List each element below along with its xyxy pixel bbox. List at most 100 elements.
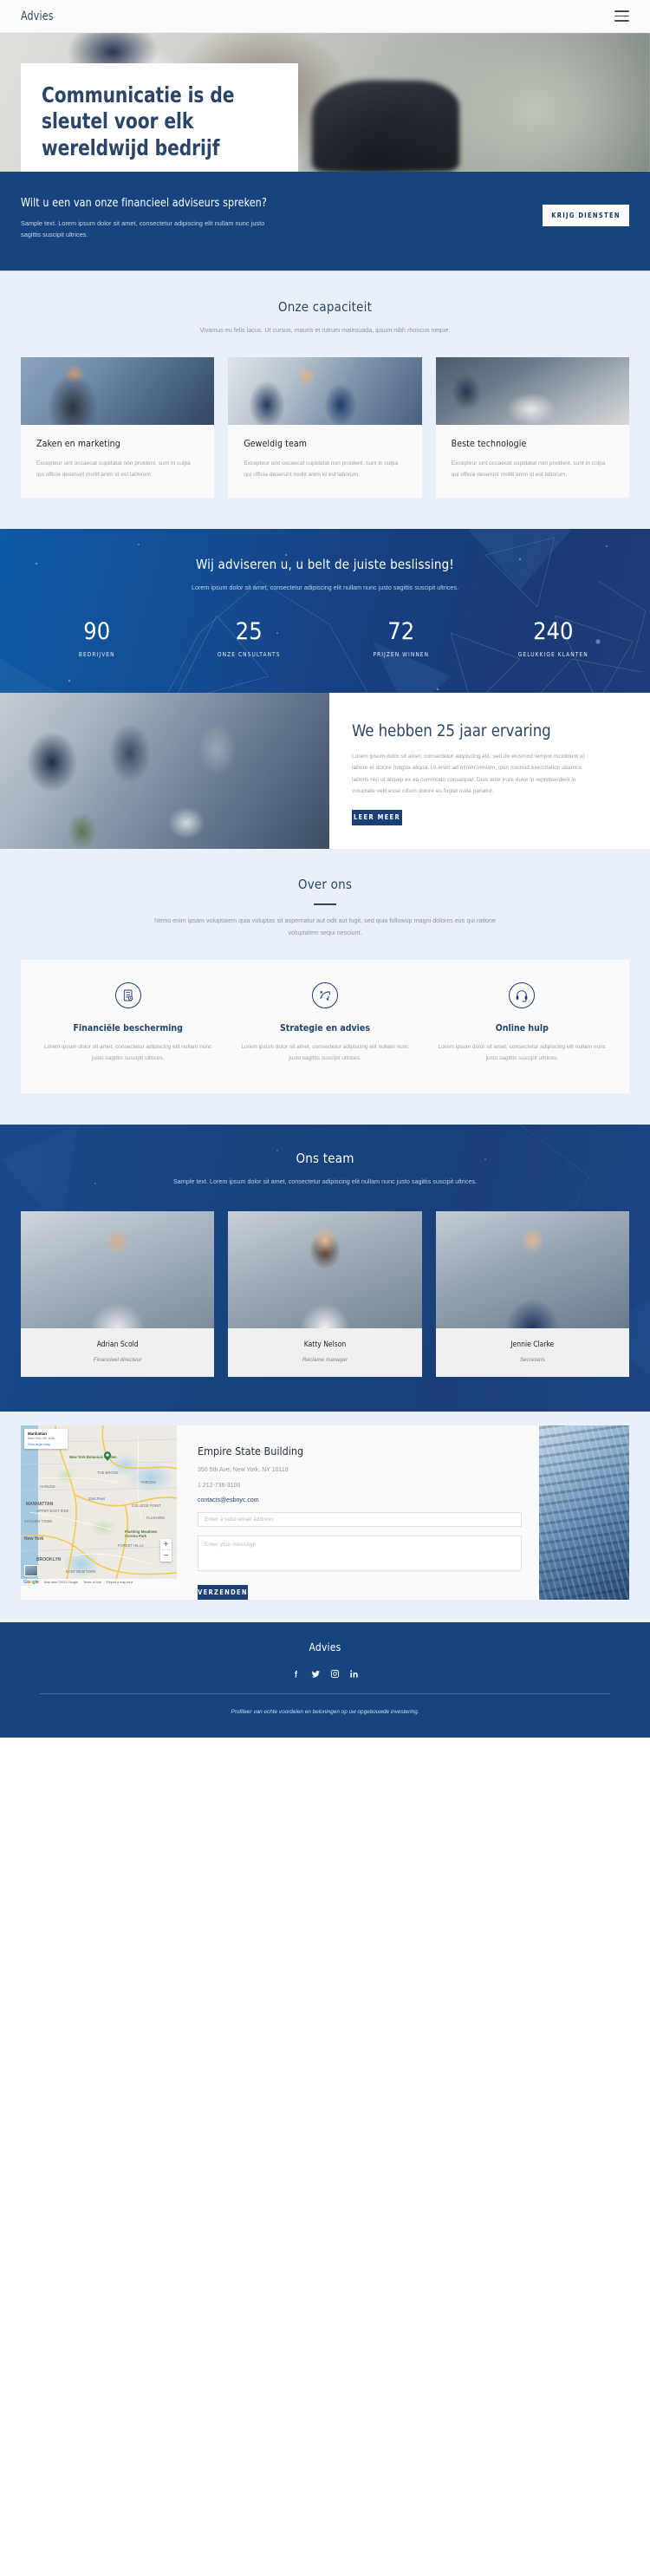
member-role: Reclame manager [302,1357,348,1364]
experience-text-block: We hebben 25 jaar ervaring Lorem ipsum d… [329,693,650,849]
map-marker-icon[interactable] [104,1451,111,1462]
hero-title: Communicatie is de sleutel voor elk were… [42,82,235,160]
hero-section: Communicatie is de sleutel voor elk were… [0,33,650,172]
stat-value: 25 [235,617,263,645]
team-member-card[interactable]: Jennie Clarke Secretaris [435,1211,629,1378]
capacity-cards: Zaken en marketing Excepteur sint occaec… [0,336,650,529]
map-place-card[interactable]: Manhattan New York, NY, USA View larger … [24,1429,68,1450]
stats-title: Wij adviseren u, u belt de juiste beslis… [195,557,455,573]
map-zoom-controls[interactable]: + − [160,1539,172,1562]
capacity-section: Onze capaciteit Vivamus eu felis lacus. … [0,271,650,530]
title-divider [314,903,336,906]
capacity-card[interactable]: Geweldig team Excepteur sint occaecat cu… [228,356,422,499]
experience-text: Lorem ipsum dolor sit amet, consectetur … [352,753,585,795]
contact-section: Manhattan New York, NY, USA View larger … [0,1412,650,1623]
map-attribution: Map data ©2021 Google [43,1581,78,1585]
stat-item: 240 GELUKKIGE KLANTEN [478,620,630,658]
about-card-title: Strategie en advies [280,1022,370,1034]
twitter-icon[interactable] [310,1669,321,1679]
map-label: THROGS [140,1480,156,1485]
map-label: EAST NEW YORK [66,1569,96,1575]
about-card[interactable]: Strategie en advies Lorem ipsum dolor si… [226,981,423,1064]
contact-address: 350 5th Ave, New York, NY 10118 [198,1467,289,1474]
google-map[interactable]: Manhattan New York, NY, USA View larger … [21,1425,177,1587]
map-label: New York [24,1536,44,1542]
google-logo: Google [23,1580,39,1586]
team-title: Ons team [296,1150,354,1166]
team-member-card[interactable]: Adrian Scold Financieel directeur [21,1211,215,1378]
zoom-in-button[interactable]: + [160,1539,172,1551]
contact-phone[interactable]: 1 212-736-3100 [198,1483,522,1489]
site-header: Advies [0,0,650,33]
map-label: COLLEGE POINT [132,1503,161,1509]
view-larger-map-link[interactable]: View larger map [28,1443,64,1446]
zoom-out-button[interactable]: − [160,1550,172,1562]
member-role: Secretaris [519,1357,545,1364]
report-map-error-link[interactable]: Report a map error [107,1581,133,1584]
stat-label: BEDRIJVEN [78,650,115,658]
map-place-title: Manhattan [28,1431,47,1437]
member-name: Adrian Scold [96,1340,139,1350]
map-label: BROOKLYN [36,1557,62,1563]
map-label: Flushing Meadows Corona Park [125,1529,158,1539]
message-textarea[interactable] [198,1536,522,1572]
facebook-icon[interactable] [291,1669,301,1679]
member-role: Financieel directeur [93,1357,142,1364]
stats-subtitle: Lorem ipsum dolor sit amet, consectetur … [192,584,458,592]
instagram-icon[interactable] [330,1669,340,1679]
stat-value: 72 [387,617,415,645]
capacity-card[interactable]: Zaken en marketing Excepteur sint occaec… [21,356,215,499]
map-label: East River [88,1497,106,1502]
footer-brand[interactable]: Advies [21,1641,629,1653]
footer-divider [40,1693,610,1695]
learn-more-button[interactable]: LEER MEER [352,809,402,825]
about-header: Over ons Nemo enim ipsam voluptatem quia… [0,849,650,939]
about-card[interactable]: Financiële bescherming Lorem ipsum dolor… [29,981,226,1064]
stat-label: PRIJZEN WINNEN [373,650,430,658]
submit-button[interactable]: VERZENDEN [198,1585,248,1601]
member-name: Katty Nelson [303,1340,347,1350]
member-name: Jennie Clarke [510,1340,555,1350]
stat-label: GELUKKIGE KLANTEN [517,650,588,658]
street-view-thumbnail[interactable] [24,1565,38,1577]
capacity-title: Onze capaciteit [277,298,373,315]
clipboard-checklist-icon [114,981,141,1008]
stats-row: 90 BEDRIJVEN 25 ONZE CNSULTANTS 72 PRIJZ… [21,620,629,658]
cta-subtitle: Sample text. Lorem ipsum dolor sit amet,… [21,219,265,239]
about-section: Over ons Nemo enim ipsam voluptatem quia… [0,848,650,1125]
linkedin-icon[interactable] [349,1669,359,1679]
team-meeting-photo [228,356,422,425]
cta-text-block: Wilt u een van onze financieel adviseurs… [21,196,289,241]
card-title: Zaken en marketing [36,438,120,449]
stat-value: 240 [533,617,574,645]
hamburger-menu-icon[interactable] [614,10,629,22]
about-card[interactable]: Online hulp Lorem ipsum dolor sit amet, … [424,981,621,1064]
team-cards: Adrian Scold Financieel directeur Katty … [21,1211,629,1378]
capacity-header: Onze capaciteit Vivamus eu felis lacus. … [0,271,650,336]
email-input[interactable] [198,1512,522,1528]
team-header: Ons team Sample text. Lorem ipsum dolor … [21,1151,629,1188]
get-services-button[interactable]: KRIJG DIENSTEN [543,205,629,226]
capacity-card[interactable]: Beste technologie Excepteur sint occaeca… [435,356,629,499]
stat-label: ONZE CNSULTANTS [217,650,281,658]
site-brand[interactable]: Advies [21,10,54,23]
headset-support-icon [509,981,536,1008]
about-card-text: Lorem ipsum dolor sit amet, consectetur … [438,1043,606,1061]
woman-in-blue-suit-portrait [435,1211,629,1329]
map-label: THE BRONX [97,1471,119,1476]
card-title: Beste technologie [451,438,527,449]
team-member-card[interactable]: Katty Nelson Reclame manager [228,1211,422,1378]
about-card-text: Lorem ipsum dolor sit amet, consectetur … [44,1043,212,1061]
card-text: Excepteur sint occaecat cupidatat non pr… [451,460,606,478]
experience-section: We hebben 25 jaar ervaring Lorem ipsum d… [0,692,650,849]
map-label: KITCHEN TOWN [24,1519,53,1524]
contact-email[interactable]: contacts@esbnyc.com [198,1497,522,1503]
terms-of-use-link[interactable]: Terms of Use [83,1581,101,1584]
stat-value: 90 [83,617,111,645]
about-subtitle: Nemo enim ipsam voluptatem quia voluptas… [154,916,496,936]
cta-title: Wilt u een van onze financieel adviseurs… [21,196,267,210]
team-working-at-table-photo [0,692,329,849]
social-links [21,1669,629,1679]
map-place-subtitle: New York, NY, USA [28,1437,55,1441]
strategy-arrow-icon [311,981,338,1008]
